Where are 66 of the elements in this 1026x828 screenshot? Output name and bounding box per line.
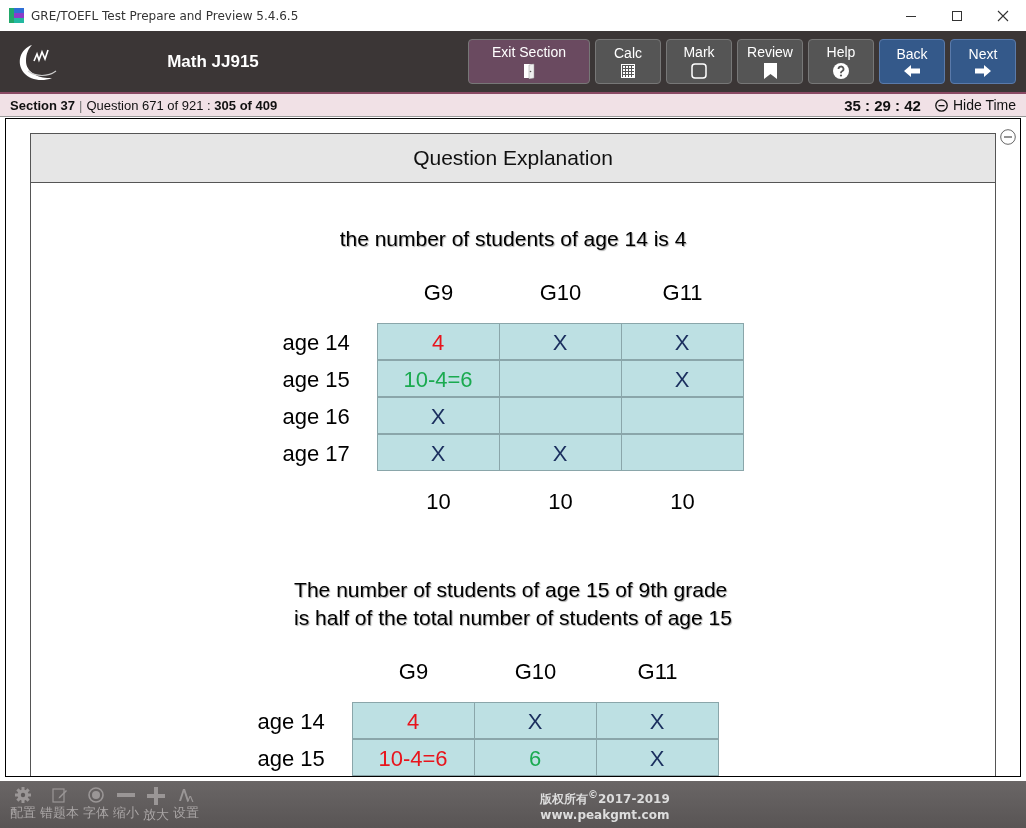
row-label: age 14 — [257, 708, 326, 736]
row-label: age 14 — [282, 329, 351, 357]
table-cell: X — [376, 397, 500, 434]
column-header: G11 — [636, 658, 679, 686]
checkbox-icon — [691, 63, 707, 79]
door-icon — [523, 63, 535, 79]
review-button[interactable]: Review — [737, 39, 803, 84]
settings-icon — [15, 786, 31, 803]
calculator-icon — [621, 64, 635, 78]
table-cell: 4 — [351, 702, 475, 739]
explanation-text: The number of students of age 15 of 9th grade — [294, 577, 728, 603]
website-text: www.peakgmt.com — [540, 807, 670, 822]
timer: 35 : 29 : 42 — [844, 96, 921, 114]
table-cell: 6 — [473, 739, 597, 776]
text-size-icon — [178, 786, 194, 803]
column-header: G10 — [538, 279, 583, 307]
right-arrow-icon — [975, 65, 991, 77]
section-number: Section 37 — [10, 97, 76, 113]
row-label: age 15 — [282, 366, 351, 394]
table-cell: X — [498, 323, 622, 360]
table-cell: 10-4=6 — [351, 739, 475, 776]
column-total: 10 — [669, 488, 696, 516]
edit-icon — [51, 786, 68, 803]
column-total: 10 — [547, 488, 574, 516]
table-cell: X — [620, 323, 744, 360]
row-label: age 17 — [282, 440, 351, 468]
plus-icon — [147, 786, 165, 805]
next-button[interactable]: Next — [950, 39, 1016, 84]
table-cell: X — [595, 739, 719, 776]
collapse-icon[interactable] — [1000, 129, 1016, 145]
minus-icon — [117, 792, 135, 797]
table-cell: X — [620, 360, 744, 397]
calc-button[interactable]: Calc — [595, 39, 661, 84]
question-counter: Question 671 of 921 : — [86, 97, 211, 113]
table-cell: X — [595, 702, 719, 739]
explanation-text: is half of the total number of students of age 15 — [294, 605, 732, 631]
help-icon — [833, 63, 849, 79]
row-label: age 15 — [257, 745, 326, 773]
table-cell: 4 — [376, 323, 500, 360]
radio-icon — [88, 786, 104, 803]
minus-circle-icon — [934, 98, 948, 112]
column-header: G9 — [422, 279, 455, 307]
column-header: G11 — [661, 279, 704, 307]
hide-time-button[interactable]: Hide Time — [934, 97, 1016, 113]
column-header: G9 — [397, 658, 430, 686]
table-cell: X — [376, 434, 500, 471]
back-button[interactable]: Back — [879, 39, 945, 84]
section-title: Math JJ915 — [166, 51, 260, 72]
column-total: 10 — [425, 488, 452, 516]
panel-title: Question Explanation — [31, 134, 995, 183]
progress-counter: 305 of 409 — [214, 97, 278, 113]
column-header: G10 — [513, 658, 558, 686]
left-arrow-icon — [904, 65, 920, 77]
explanation-text: the number of students of age 14 is 4 — [339, 226, 687, 252]
exit-button[interactable]: Exit Section — [468, 39, 590, 84]
app-icon — [9, 8, 24, 23]
mark-button[interactable]: Mark — [666, 39, 732, 84]
window-title: GRE/TOEFL Test Prepare and Preview 5.4.6.5 — [31, 8, 300, 23]
table-cell: 10-4=6 — [376, 360, 500, 397]
row-label: age 16 — [282, 403, 351, 431]
table-cell: X — [498, 434, 622, 471]
copyright-text: 版权所有$^{©}$2017-2019 — [540, 788, 670, 808]
bookmark-icon — [763, 63, 777, 79]
table-cell: X — [473, 702, 597, 739]
separator: | — [79, 97, 83, 113]
help-button[interactable]: Help — [808, 39, 874, 84]
